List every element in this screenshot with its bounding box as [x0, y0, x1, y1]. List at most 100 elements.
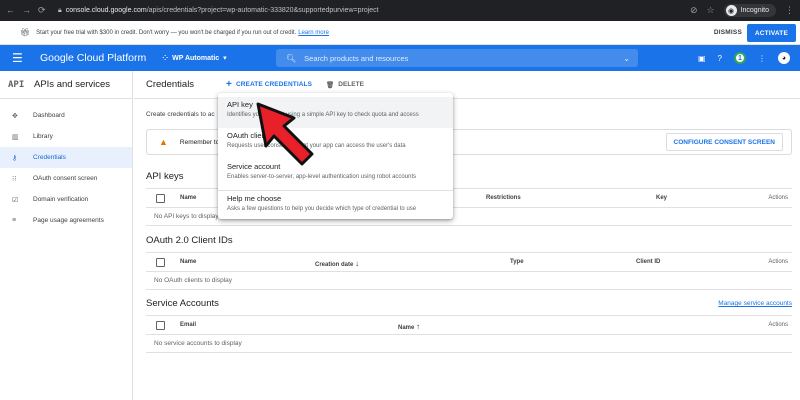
trash-icon: 🗑︎	[326, 81, 335, 89]
more-vert-icon[interactable]: ⋮	[758, 54, 766, 63]
banner-text: Remember to	[179, 138, 220, 146]
service-accounts-table: Email Name ↑ Actions No service accounts…	[146, 315, 792, 353]
sidebar-header: API APIs and services	[0, 71, 132, 99]
api-keys-title: API keys	[146, 171, 184, 182]
delete-button[interactable]: 🗑︎ DELETE	[326, 81, 364, 89]
menu-item-description: Asks a few questions to help you decide …	[227, 206, 417, 212]
create-credentials-button[interactable]: + CREATE CREDENTIALS	[226, 79, 312, 90]
browser-toolbar: ← → ⟳ 🔒︎ console.cloud.google.com/apis/c…	[0, 0, 800, 21]
sidebar-item-label: Dashboard	[33, 112, 65, 119]
col-name[interactable]: Name ↑	[398, 322, 420, 331]
chevron-down-icon[interactable]: ⌄	[623, 54, 630, 63]
search-input[interactable]: 🔍︎ Search products and resources ⌄	[276, 49, 638, 67]
back-icon[interactable]: ←	[6, 5, 15, 16]
col-restrictions[interactable]: Restrictions	[486, 195, 521, 201]
more-vert-icon[interactable]: ⋮	[785, 5, 794, 16]
sidebar: API APIs and services ✥ Dashboard ▥ Libr…	[0, 71, 133, 400]
api-badge: API	[8, 79, 25, 90]
key-icon: ⚷	[12, 154, 18, 162]
oauth-table: Name Creation date ↓ Type Client ID Acti…	[146, 252, 792, 290]
trial-message: Start your free trial with $300 in credi…	[36, 29, 297, 36]
project-selector[interactable]: ⁘ WP Automatic ▾	[162, 54, 227, 63]
project-icon: ⁘	[162, 55, 169, 62]
incognito-badge[interactable]: ◉ Incognito	[723, 4, 776, 17]
hamburger-menu-icon[interactable]: ☰	[12, 51, 34, 65]
sidebar-item-domain-verification[interactable]: ☑ Domain verification	[0, 189, 132, 210]
col-type[interactable]: Type	[510, 259, 524, 265]
library-icon: ▥	[12, 133, 19, 141]
table-header: Email Name ↑ Actions	[146, 315, 792, 335]
plus-icon: +	[226, 79, 232, 90]
consent-icon: ⁝⁝	[12, 175, 17, 183]
browser-nav: ← → ⟳	[6, 5, 54, 16]
page-title: Credentials	[146, 79, 195, 90]
forward-icon[interactable]: →	[22, 5, 31, 16]
select-all-checkbox[interactable]	[156, 194, 165, 203]
sidebar-item-label: Credentials	[33, 154, 66, 161]
table-header: Name Creation date ↓ Type Client ID Acti…	[146, 252, 792, 272]
warning-icon: ▲	[159, 137, 168, 147]
manage-service-accounts-link[interactable]: Manage service accounts	[718, 300, 792, 307]
project-name: WP Automatic	[172, 54, 220, 62]
sidebar-item-page-usage[interactable]: ≡ Page usage agreements	[0, 210, 132, 231]
caret-down-icon: ▾	[223, 55, 227, 62]
sidebar-item-library[interactable]: ▥ Library	[0, 126, 132, 147]
delete-label: DELETE	[338, 81, 364, 88]
activate-button[interactable]: ACTIVATE	[746, 24, 796, 42]
gcp-header: ☰ Google Cloud Platform ⁘ WP Automatic ▾…	[0, 45, 800, 71]
service-accounts-title: Service Accounts	[146, 298, 219, 309]
col-client-id[interactable]: Client ID	[636, 259, 660, 265]
incognito-icon: ◉	[725, 5, 737, 16]
sidebar-item-credentials[interactable]: ⚷ Credentials	[0, 147, 132, 168]
red-arrow-pointer-icon	[256, 102, 314, 166]
dismiss-button[interactable]: DISMISS	[714, 29, 742, 36]
sidebar-item-oauth-consent[interactable]: ⁝⁝ OAuth consent screen	[0, 168, 132, 189]
sidebar-item-dashboard[interactable]: ✥ Dashboard	[0, 105, 132, 126]
sidebar-item-label: OAuth consent screen	[33, 175, 98, 182]
incognito-label: Incognito	[740, 7, 769, 14]
sidebar-item-label: Library	[33, 133, 53, 140]
address-bar[interactable]: 🔒︎ console.cloud.google.com/apis/credent…	[58, 7, 379, 15]
notifications-badge[interactable]: 1	[734, 52, 746, 64]
menu-item-description: Enables server-to-server, app-level auth…	[227, 174, 417, 180]
help-icon[interactable]: ?	[718, 54, 722, 63]
empty-row: No service accounts to display	[146, 335, 792, 353]
star-icon[interactable]: ☆	[707, 5, 715, 16]
col-key[interactable]: Key	[656, 195, 667, 201]
url-host: console.cloud.google.com	[65, 7, 147, 14]
col-creation-date[interactable]: Creation date ↓	[315, 259, 359, 268]
sidebar-title: APIs and services	[34, 79, 111, 90]
col-creation-date-label: Creation date	[315, 262, 354, 268]
sidebar-item-label: Page usage agreements	[33, 217, 104, 224]
arrow-down-icon: ↓	[355, 259, 360, 268]
arrow-up-icon: ↑	[416, 322, 421, 331]
menu-item-title: Help me choose	[227, 194, 282, 203]
learn-more-link[interactable]: Learn more	[298, 30, 329, 36]
col-email[interactable]: Email	[180, 322, 196, 328]
menu-item-help-me-choose[interactable]: Help me choose Asks a few questions to h…	[218, 191, 453, 222]
create-credentials-label: CREATE CREDENTIALS	[235, 81, 313, 88]
url-path: /apis/credentials?project=wp-automatic-3…	[146, 7, 379, 14]
checkbox-icon: ☑	[12, 196, 19, 204]
cloud-shell-icon[interactable]: ▣	[698, 54, 706, 63]
sidebar-item-label: Domain verification	[33, 196, 89, 203]
oauth-title: OAuth 2.0 Client IDs	[146, 235, 233, 246]
settings-list-icon: ≡	[12, 217, 17, 224]
brand-title[interactable]: Google Cloud Platform	[40, 52, 146, 64]
gift-icon: 🎁︎	[20, 28, 31, 37]
empty-row: No OAuth clients to display	[146, 272, 792, 290]
lock-icon: 🔒︎	[58, 6, 62, 14]
search-placeholder: Search products and resources	[304, 53, 409, 63]
col-name[interactable]: Name	[180, 195, 196, 201]
select-all-checkbox[interactable]	[156, 321, 165, 330]
trial-banner: 🎁︎ Start your free trial with $300 in cr…	[0, 21, 800, 45]
dashboard-icon: ✥	[12, 112, 18, 120]
reload-icon[interactable]: ⟳	[38, 5, 46, 16]
intro-text: Create credentials to ac	[146, 111, 215, 118]
select-all-checkbox[interactable]	[156, 258, 165, 267]
configure-consent-button[interactable]: CONFIGURE CONSENT SCREEN	[665, 133, 783, 151]
avatar[interactable]: ◕	[778, 52, 790, 64]
eye-off-icon[interactable]: ⊘	[690, 5, 698, 16]
col-actions: Actions	[768, 195, 788, 201]
col-name[interactable]: Name	[180, 259, 196, 265]
